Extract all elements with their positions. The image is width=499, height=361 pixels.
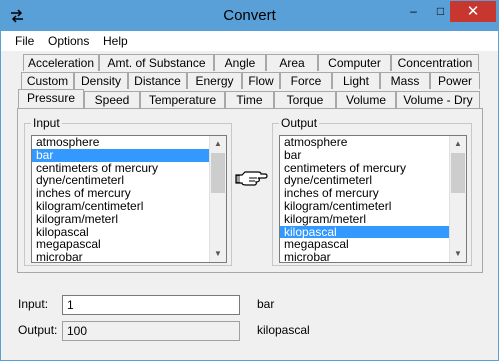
- list-item[interactable]: atmosphere: [32, 136, 226, 149]
- output-scrollbar[interactable]: ▲ ▼: [449, 136, 466, 262]
- tab-density[interactable]: Density: [74, 72, 128, 89]
- tab-concentration[interactable]: Concentration: [391, 54, 479, 71]
- tab-mass[interactable]: Mass: [380, 72, 430, 89]
- tab-light[interactable]: Light: [332, 72, 380, 89]
- scroll-thumb[interactable]: [451, 153, 465, 193]
- list-item[interactable]: atmosphere: [280, 136, 466, 149]
- tab-force[interactable]: Force: [280, 72, 332, 89]
- input-unit-label: bar: [257, 297, 275, 311]
- output-unit-label: kilopascal: [257, 323, 310, 337]
- tab-power[interactable]: Power: [430, 72, 480, 89]
- scroll-up-icon[interactable]: ▲: [450, 136, 466, 152]
- list-item[interactable]: kilogram/centimeterl: [280, 200, 466, 213]
- tab-time[interactable]: Time: [225, 91, 274, 108]
- tab-energy[interactable]: Energy: [187, 72, 242, 89]
- tab-custom[interactable]: Custom: [21, 72, 74, 89]
- list-item[interactable]: microbar: [280, 251, 466, 262]
- close-button[interactable]: ✕: [450, 1, 496, 22]
- output-group-label: Output: [279, 116, 320, 130]
- app-window: Convert – □ ✕ File Options Help Accelera…: [0, 0, 499, 361]
- list-item[interactable]: kilogram/centimeterl: [32, 200, 226, 213]
- menu-options[interactable]: Options: [48, 34, 89, 48]
- tab-computer[interactable]: Computer: [318, 54, 391, 71]
- tab-area[interactable]: Area: [266, 54, 318, 71]
- list-item[interactable]: kilogram/meterl: [32, 212, 226, 226]
- title-bar[interactable]: Convert – □ ✕: [1, 1, 498, 31]
- input-scrollbar[interactable]: ▲ ▼: [209, 136, 226, 262]
- tab-speed[interactable]: Speed: [84, 91, 140, 108]
- list-item[interactable]: bar: [280, 148, 466, 162]
- input-field-label: Input:: [18, 297, 49, 311]
- list-item[interactable]: kilogram/meterl: [280, 212, 466, 226]
- output-field-label: Output:: [18, 323, 58, 337]
- tab-angle[interactable]: Angle: [214, 54, 266, 71]
- output-listbox[interactable]: atmosphere bar centimeters of mercury dy…: [279, 135, 467, 263]
- menu-file[interactable]: File: [15, 34, 34, 48]
- tab-torque[interactable]: Torque: [274, 91, 336, 108]
- input-group-label: Input: [31, 116, 62, 130]
- output-group: Output atmosphere bar centimeters of mer…: [272, 116, 472, 266]
- tab-acceleration[interactable]: Acceleration: [23, 54, 99, 71]
- scroll-up-icon[interactable]: ▲: [210, 136, 226, 152]
- list-item-selected[interactable]: bar: [32, 148, 226, 162]
- menu-help[interactable]: Help: [103, 34, 128, 48]
- input-listbox[interactable]: atmosphere bar centimeters of mercury dy…: [31, 135, 227, 263]
- tab-volume-dry[interactable]: Volume - Dry: [396, 91, 480, 108]
- scroll-thumb[interactable]: [211, 153, 225, 193]
- input-value-field[interactable]: 1: [62, 295, 240, 315]
- input-group: Input atmosphere bar centimeters of merc…: [24, 116, 232, 266]
- scroll-down-icon[interactable]: ▼: [210, 246, 226, 262]
- list-item[interactable]: microbar: [32, 251, 226, 262]
- tab-temperature[interactable]: Temperature: [140, 91, 225, 108]
- tab-amt-of-substance[interactable]: Amt. of Substance: [99, 54, 214, 71]
- tab-panel: Input atmosphere bar centimeters of merc…: [17, 108, 483, 273]
- tab-volume[interactable]: Volume: [336, 91, 396, 108]
- minimize-button[interactable]: –: [400, 1, 427, 22]
- tab-distance[interactable]: Distance: [128, 72, 187, 89]
- pointing-hand-icon: [235, 171, 268, 186]
- tab-pressure[interactable]: Pressure: [18, 89, 84, 108]
- menu-bar: File Options Help: [1, 31, 498, 51]
- output-value-field: 100: [62, 321, 240, 341]
- scroll-down-icon[interactable]: ▼: [450, 246, 466, 262]
- tab-flow[interactable]: Flow: [242, 72, 280, 89]
